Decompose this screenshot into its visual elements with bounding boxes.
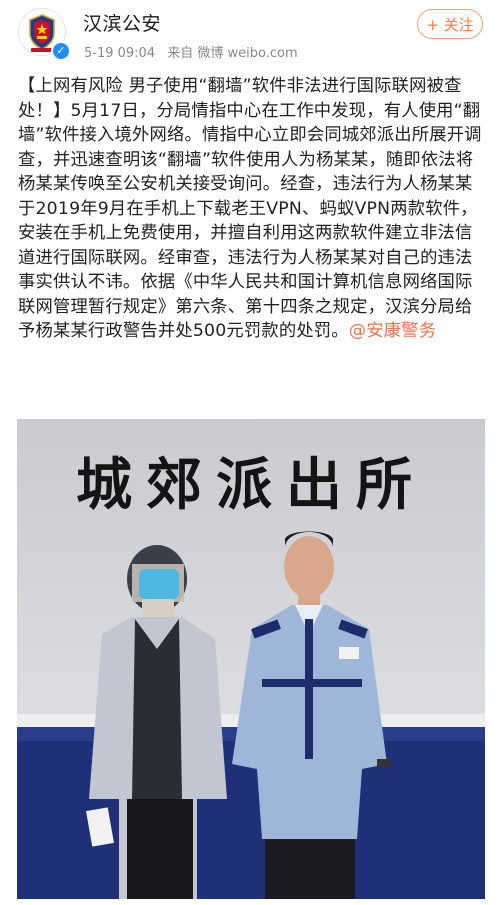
post-meta: 5-19 09:04 来自 微博 weibo.com <box>84 42 306 61</box>
post-source: 来自 微博 weibo.com <box>167 46 298 61</box>
post-photo[interactable]: 城郊派出所 <box>17 419 485 899</box>
post-header: ✓ 汉滨公安 5-19 09:04 来自 微博 weibo.com + 关注 <box>0 0 500 72</box>
verified-badge-icon: ✓ <box>51 41 71 61</box>
follow-button[interactable]: + 关注 <box>417 9 483 39</box>
username[interactable]: 汉滨公安 <box>83 9 161 36</box>
police-station-photo: 城郊派出所 <box>17 419 485 899</box>
post-time: 5-19 09:04 <box>84 46 156 61</box>
mention-link[interactable]: @安康警务 <box>349 321 436 341</box>
station-sign-text: 城郊派出所 <box>76 452 426 518</box>
post-body: 【上网有风险 男子使用“翻墙”软件非法进行国际联网被查处！】5月17日，分局情指… <box>18 74 488 344</box>
post-text: 【上网有风险 男子使用“翻墙”软件非法进行国际联网被查处！】5月17日，分局情指… <box>18 76 482 341</box>
